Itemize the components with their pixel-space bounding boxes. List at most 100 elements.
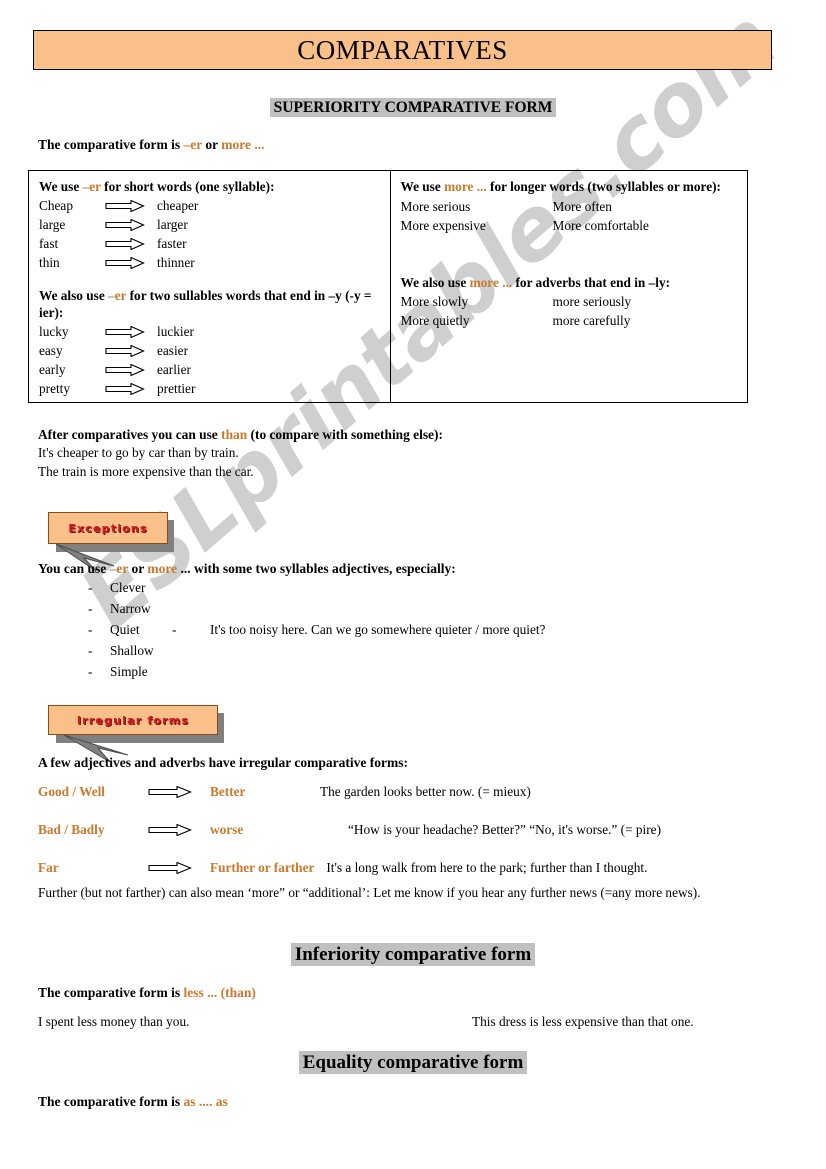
- exceptions-lead: You can use –er or more ... with some tw…: [38, 561, 456, 577]
- list-item-word: Clever: [110, 580, 146, 595]
- word-row: More serious More often: [401, 197, 738, 216]
- after-lead-accent-than: than: [221, 427, 248, 442]
- word-base: early: [39, 362, 66, 378]
- exceptions-lead-p1: You can use: [38, 561, 110, 576]
- irregular-row: Far Further or farther It's a long walk …: [38, 849, 798, 887]
- word-base: pretty: [39, 381, 71, 397]
- word-comparative: prettier: [157, 381, 196, 397]
- arrow-right-icon: [105, 219, 157, 232]
- list-item-sep: -: [172, 622, 177, 637]
- equality-lead-accent-as: as .... as: [183, 1094, 228, 1109]
- irregular-badge-label: Irregular forms: [76, 713, 190, 727]
- superiority-lead: The comparative form is –er or more ...: [38, 137, 264, 153]
- list-item: - Shallow: [88, 643, 545, 664]
- word-item: More slowly: [400, 294, 469, 310]
- page-title: COMPARATIVES: [297, 34, 508, 65]
- word-base: Cheap: [39, 198, 73, 214]
- exceptions-lead-p2: ... with some two syllables adjectives, …: [177, 561, 456, 576]
- after-comparatives-lead: After comparatives you can use than (to …: [38, 425, 443, 444]
- exceptions-lead-accent-er: –er: [109, 561, 129, 576]
- more-adverbs-header: We also use more ... for adverbs that en…: [401, 274, 738, 292]
- list-bullet-dash: -: [88, 643, 93, 658]
- arrow-right-icon: [105, 345, 157, 358]
- word-base: easy: [39, 343, 63, 359]
- arrow-right-icon: [105, 364, 157, 377]
- inferiority-examples: I spent less money than you. This dress …: [38, 1014, 794, 1030]
- arrow-right-icon: [148, 862, 210, 874]
- section-heading-inferiority: Inferiority comparative form: [0, 943, 826, 966]
- word-item: more seriously: [552, 294, 632, 310]
- irregular-row: Good / Well Better The garden looks bett…: [38, 773, 798, 811]
- word-comparative: cheaper: [157, 198, 199, 214]
- word-item: More often: [552, 198, 612, 214]
- word-pair-row: thin thinner: [39, 254, 380, 273]
- word-item: More serious: [400, 198, 471, 214]
- arrow-right-icon: [105, 200, 157, 213]
- superiority-lead-prefix: The comparative form is: [38, 137, 184, 152]
- word-row: More slowly more seriously: [401, 292, 738, 311]
- list-item: - Simple: [88, 664, 545, 685]
- irregular-example: The garden looks better now. (= mieux): [320, 784, 531, 799]
- arrow-right-icon: [105, 383, 157, 396]
- irregular-comparative: Further or farther: [210, 860, 315, 875]
- more-adverbs-header-p2: for adverbs that end in –ly:: [512, 274, 671, 290]
- arrow-right-icon: [105, 238, 157, 251]
- er-short-words-header: We use –er for short words (one syllable…: [39, 178, 380, 196]
- irregular-base: Far: [38, 860, 59, 875]
- after-lead-p2: (to compare with something else):: [247, 427, 443, 442]
- er-y-words-header-accent: –er: [108, 287, 127, 303]
- equality-lead-prefix: The comparative form is: [38, 1094, 184, 1109]
- irregular-forms-list: Good / Well Better The garden looks bett…: [38, 773, 798, 887]
- table-column-er: We use –er for short words (one syllable…: [29, 171, 391, 402]
- word-comparative: larger: [157, 217, 188, 233]
- list-item: - Quiet - It's too noisy here. Can we go…: [88, 622, 545, 643]
- word-pair-row: pretty prettier: [39, 380, 380, 399]
- more-long-words-header-accent: more ...: [444, 179, 487, 194]
- arrow-right-icon: [105, 326, 157, 339]
- inferiority-lead-prefix: The comparative form is: [38, 985, 184, 1000]
- section-heading-superiority: SUPERIORITY COMPARATIVE FORM: [0, 98, 826, 117]
- er-short-words-header-p2: for short words (one syllable):: [100, 179, 275, 194]
- er-short-words-pairs: Cheap cheaper large larger fast faster t…: [39, 197, 380, 273]
- more-adverbs-header-p1: We also use: [400, 274, 470, 290]
- page-title-bar: COMPARATIVES: [33, 30, 772, 70]
- exceptions-lead-mid: or: [128, 561, 148, 576]
- word-pair-row: easy easier: [39, 342, 380, 361]
- inferiority-example: I spent less money than you.: [38, 1014, 190, 1029]
- more-long-words-header: We use more ... for longer words (two sy…: [401, 178, 738, 196]
- word-base: thin: [39, 255, 60, 271]
- exceptions-lead-accent-more: more: [147, 561, 178, 576]
- after-lead-p1: After comparatives you can use: [38, 427, 222, 442]
- badge-box: Irregular forms: [48, 705, 218, 735]
- word-comparative: luckier: [157, 324, 194, 340]
- word-pair-row: Cheap cheaper: [39, 197, 380, 216]
- word-row: More expensive More comfortable: [401, 216, 738, 235]
- section-heading-superiority-label: SUPERIORITY COMPARATIVE FORM: [269, 98, 557, 117]
- worksheet-page: COMPARATIVES SUPERIORITY COMPARATIVE FOR…: [0, 0, 826, 1169]
- irregular-example: “How is your headache? Better?” “No, it'…: [348, 822, 662, 837]
- list-item-note: It's too noisy here. Can we go somewhere…: [210, 622, 546, 637]
- list-item-word: Shallow: [110, 643, 154, 658]
- word-item: more carefully: [552, 313, 631, 329]
- more-adverbs-list: More slowly more seriously More quietly …: [401, 292, 738, 330]
- irregular-lead: A few adjectives and adverbs have irregu…: [38, 755, 408, 770]
- word-base: fast: [39, 236, 59, 252]
- after-comparatives-example: The train is more expensive than the car…: [38, 463, 254, 479]
- irregular-comparative: Better: [210, 784, 246, 799]
- arrow-right-icon: [105, 257, 157, 270]
- exceptions-list: - Clever - Narrow - Quiet - It's too noi…: [88, 580, 545, 685]
- list-item: - Narrow: [88, 601, 545, 622]
- list-bullet-dash: -: [88, 664, 93, 679]
- more-long-words-list: More serious More often More expensive M…: [401, 197, 738, 235]
- section-heading-equality-label: Equality comparative form: [298, 1051, 528, 1074]
- irregular-comparative: worse: [210, 822, 244, 837]
- list-item-word: Narrow: [110, 601, 151, 616]
- word-comparative: faster: [157, 236, 187, 252]
- more-long-words-header-p2: for longer words (two syllables or more)…: [486, 179, 721, 194]
- word-item: More comfortable: [552, 217, 649, 233]
- inferiority-example: This dress is less expensive than that o…: [472, 1014, 694, 1029]
- word-comparative: easier: [157, 343, 189, 359]
- word-row: More quietly more carefully: [401, 311, 738, 330]
- comparative-rules-table: We use –er for short words (one syllable…: [28, 170, 748, 403]
